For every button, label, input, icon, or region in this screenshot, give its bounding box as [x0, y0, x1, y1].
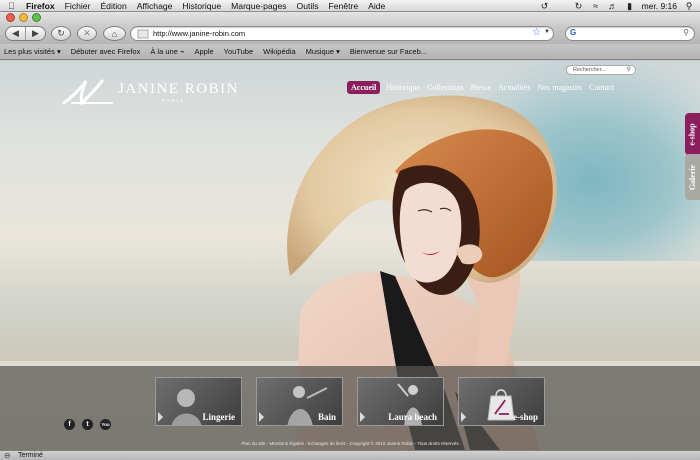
- window-titlebar: [0, 12, 700, 23]
- social-links: f t You: [63, 418, 112, 431]
- bookmark-apple[interactable]: Apple: [194, 47, 213, 56]
- web-page: JANINE ROBIN PARIS Rechercher... ⚲ Accue…: [0, 61, 700, 450]
- bluetooth-icon[interactable]: : [557, 1, 567, 11]
- bookmarks-bar: Les plus visités ▾ Débuter avec Firefox …: [0, 44, 700, 60]
- twitter-icon[interactable]: t: [81, 418, 94, 431]
- bookmark-facebook[interactable]: Bienvenue sur Faceb...: [350, 47, 427, 56]
- card-arrow-icon: [461, 412, 466, 422]
- galerie-side-tab-label: Galerie: [688, 164, 697, 189]
- card-lingerie-label: Lingerie: [203, 412, 236, 422]
- time-machine-icon[interactable]: ↺: [540, 1, 550, 12]
- site-search-input[interactable]: Rechercher... ⚲: [566, 65, 636, 75]
- bookmark-star-icon[interactable]: ☆: [532, 27, 541, 38]
- youtube-icon[interactable]: You: [99, 418, 112, 431]
- menu-affichage[interactable]: Affichage: [137, 1, 173, 11]
- stop-button[interactable]: ✕: [77, 26, 97, 41]
- apple-icon[interactable]: : [8, 1, 18, 11]
- footer-copyright: Plan du site - Mentions légales - Echang…: [0, 441, 700, 446]
- nav-accueil[interactable]: Accueil: [347, 81, 380, 94]
- nav-nos-magasins[interactable]: Nos magasins: [537, 83, 582, 92]
- bookmark-wikipedia[interactable]: Wikipédia: [263, 47, 296, 56]
- bookmark-debuter-firefox[interactable]: Débuter avec Firefox: [71, 47, 141, 56]
- card-lingerie[interactable]: Lingerie: [155, 377, 242, 426]
- menu-fenetre[interactable]: Fenêtre: [329, 1, 359, 11]
- close-window-button[interactable]: [6, 13, 15, 22]
- back-forward-buttons: ◀ ▶: [5, 26, 46, 41]
- nav-historique[interactable]: Historique: [386, 83, 420, 92]
- url-dropdown-icon[interactable]: ▼: [544, 29, 550, 35]
- card-arrow-icon: [158, 412, 163, 422]
- status-text: Terminé: [18, 452, 43, 459]
- eshop-side-tab[interactable]: e-shop: [685, 113, 700, 155]
- url-bar[interactable]: http://www.janine-robin.com ☆ ▼: [130, 26, 554, 41]
- card-arrow-icon: [360, 412, 365, 422]
- facebook-icon[interactable]: f: [63, 418, 76, 431]
- card-laura-beach-label: Laura beach: [388, 412, 437, 422]
- window-controls: [6, 13, 41, 22]
- menu-outils[interactable]: Outils: [297, 1, 319, 11]
- battery-icon[interactable]: ▮: [625, 1, 635, 12]
- nav-presse[interactable]: Presse: [471, 83, 491, 92]
- menu-edition[interactable]: Édition: [100, 1, 126, 11]
- wifi-icon[interactable]: ≈: [591, 1, 601, 11]
- home-button[interactable]: ⌂: [103, 26, 126, 41]
- site-logo-subtitle: PARIS: [162, 98, 185, 103]
- status-close-icon[interactable]: ⊖: [4, 451, 11, 460]
- card-eshop-label: e-shop: [513, 412, 538, 422]
- stop-icon: ✕: [83, 28, 91, 39]
- eshop-side-tab-label: e-shop: [688, 123, 697, 145]
- nav-actualites[interactable]: Actualités: [498, 83, 530, 92]
- card-laura-beach[interactable]: Laura beach: [357, 377, 444, 426]
- url-text[interactable]: http://www.janine-robin.com: [153, 29, 245, 38]
- mac-menu-bar:  Firefox Fichier Édition Affichage Hist…: [0, 0, 700, 12]
- spotlight-icon[interactable]: ⚲: [684, 1, 694, 12]
- category-cards: Lingerie Bain Laura beach e-shop: [155, 377, 545, 426]
- menu-historique[interactable]: Historique: [182, 1, 221, 11]
- menu-aide[interactable]: Aide: [368, 1, 385, 11]
- reload-button[interactable]: ↻: [51, 26, 71, 41]
- status-bar: ⊖ Terminé: [0, 450, 700, 460]
- bookmark-a-la-une[interactable]: À la une ⌁: [150, 47, 184, 56]
- forward-arrow-icon[interactable]: ▶: [26, 28, 45, 39]
- volume-icon[interactable]: ♬: [608, 1, 618, 11]
- galerie-side-tab[interactable]: Galerie: [685, 154, 700, 200]
- card-arrow-icon: [259, 412, 264, 422]
- card-eshop[interactable]: e-shop: [458, 377, 545, 426]
- reload-icon: ↻: [57, 28, 65, 39]
- menu-marque-pages[interactable]: Marque-pages: [231, 1, 286, 11]
- search-icon[interactable]: ⚲: [683, 28, 689, 37]
- site-search-icon[interactable]: ⚲: [627, 66, 631, 73]
- home-icon: ⌂: [112, 29, 117, 39]
- site-logo-text[interactable]: JANINE ROBIN: [118, 81, 239, 98]
- card-bain[interactable]: Bain: [256, 377, 343, 426]
- nav-contact[interactable]: Contact: [589, 83, 614, 92]
- menu-fichier[interactable]: Fichier: [65, 1, 91, 11]
- janine-robin-logo-icon[interactable]: [62, 77, 116, 107]
- bookmark-youtube[interactable]: YouTube: [224, 47, 253, 56]
- site-search-placeholder: Rechercher...: [573, 67, 606, 73]
- site-nav: Accueil Historique Collections Presse Ac…: [347, 81, 621, 94]
- zoom-window-button[interactable]: [32, 13, 41, 22]
- google-icon[interactable]: G: [570, 28, 576, 37]
- bookmark-plus-visites[interactable]: Les plus visités ▾: [4, 47, 61, 56]
- sync-icon[interactable]: ↻: [574, 1, 584, 12]
- minimize-window-button[interactable]: [19, 13, 28, 22]
- search-engine-box[interactable]: G ⚲: [565, 26, 695, 41]
- card-bain-label: Bain: [318, 412, 336, 422]
- nav-collections[interactable]: Collections: [427, 83, 463, 92]
- back-arrow-icon[interactable]: ◀: [6, 28, 25, 39]
- site-favicon-icon: [137, 29, 149, 39]
- menubar-clock[interactable]: mer. 9:16: [642, 1, 677, 11]
- menu-firefox[interactable]: Firefox: [26, 1, 55, 11]
- bookmark-musique[interactable]: Musique ▾: [306, 47, 340, 56]
